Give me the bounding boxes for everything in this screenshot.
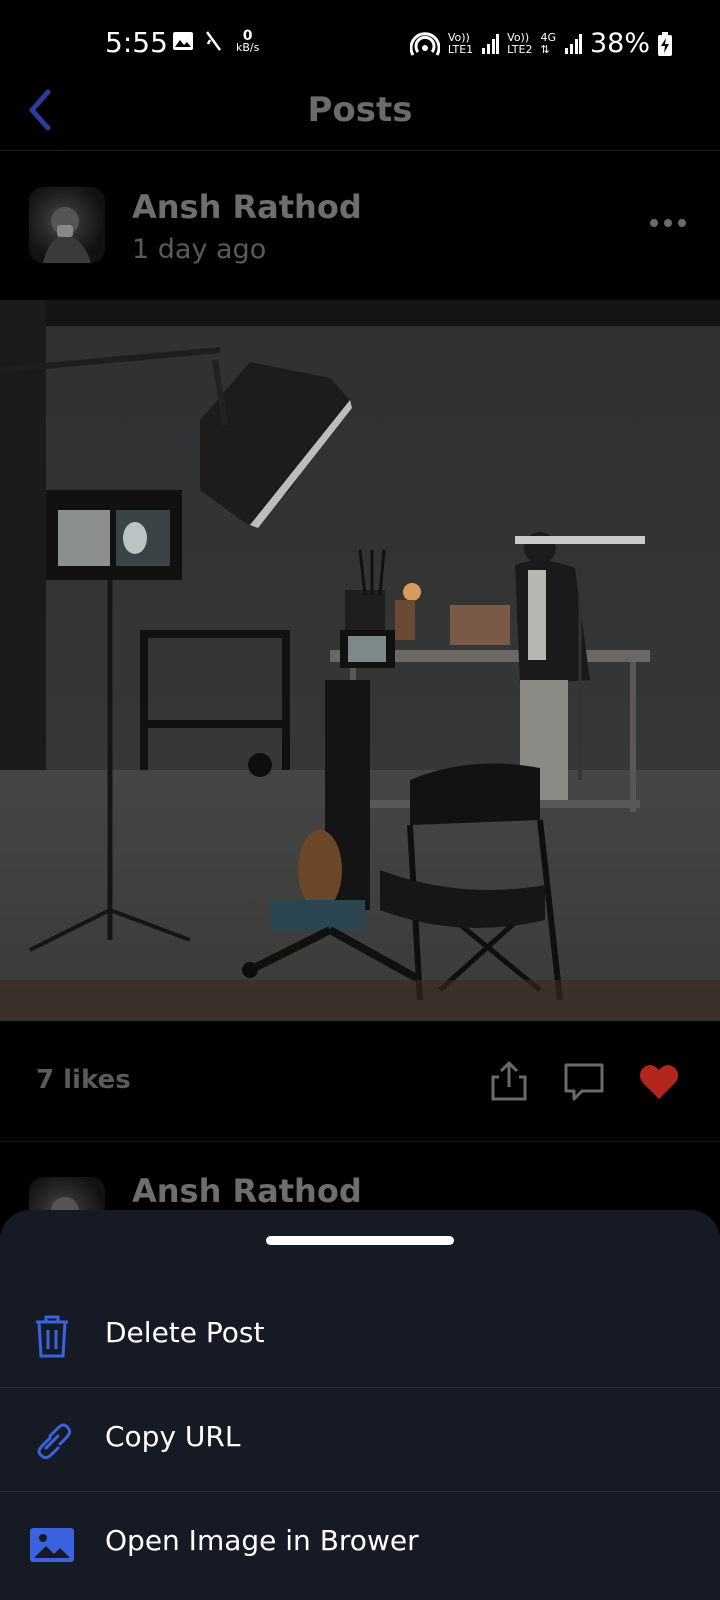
post-header: Ansh Rathod 1 day ago	[0, 150, 720, 300]
trash-icon	[36, 1315, 68, 1358]
post-image[interactable]	[0, 300, 720, 1021]
signal-bars-icon	[482, 33, 500, 54]
like-button[interactable]	[635, 1057, 683, 1105]
avatar-image	[43, 207, 91, 263]
data-arrows-icon: ⇅	[540, 42, 550, 56]
signal-slash-icon	[205, 31, 222, 51]
battery-charging-icon	[658, 31, 672, 56]
post-timestamp: 1 day ago	[132, 234, 267, 265]
dot-icon	[678, 219, 686, 227]
status-right-icons: Vo)) LTE1 Vo)) LTE2 4G ⇅ 38%	[409, 28, 672, 59]
post-author[interactable]: Ansh Rathod	[132, 188, 362, 226]
delete-post-item[interactable]: Delete Post	[0, 1284, 720, 1388]
heart-icon	[640, 1064, 678, 1099]
copy-url-label: Copy URL	[105, 1420, 241, 1453]
signal-bars-icon-2	[564, 33, 582, 54]
battery-percent: 38%	[589, 28, 650, 59]
post-author-2[interactable]: Ansh Rathod	[132, 1172, 362, 1210]
comment-button[interactable]	[560, 1057, 608, 1105]
sim2-tech: 4G ⇅	[540, 30, 556, 56]
open-image-label: Open Image in Brower	[105, 1524, 419, 1557]
post-header-2: Ansh Rathod	[0, 1142, 720, 1212]
page-title: Posts	[307, 90, 413, 130]
avatar-2[interactable]	[29, 1177, 105, 1212]
speed-unit: kB/s	[236, 41, 260, 54]
post-actions-bar: 7 likes	[0, 1021, 720, 1142]
post-options-sheet: Delete Post Copy URL Open Image in Browe…	[0, 1210, 720, 1600]
open-image-item[interactable]: Open Image in Brower	[0, 1492, 720, 1596]
sheet-drag-handle[interactable]	[266, 1236, 454, 1245]
status-left-icons	[172, 30, 224, 52]
dot-icon	[664, 219, 672, 227]
avatar-image	[51, 1197, 79, 1212]
sim1-label: LTE1	[447, 42, 474, 56]
delete-post-label: Delete Post	[105, 1316, 265, 1349]
avatar[interactable]	[29, 187, 105, 263]
dot-icon	[650, 219, 658, 227]
link-icon	[37, 1423, 72, 1460]
volte-label-2: Vo))	[507, 30, 530, 44]
share-button[interactable]	[485, 1057, 533, 1105]
network-speed: 0 kB/s	[236, 29, 260, 54]
hotspot-icon	[409, 31, 440, 56]
comment-icon	[564, 1063, 604, 1101]
more-options-button[interactable]	[646, 208, 690, 238]
gallery-notification-icon	[173, 32, 193, 50]
status-time: 5:55	[105, 26, 168, 59]
image-icon	[30, 1528, 74, 1562]
sim2-label: LTE2	[507, 42, 533, 56]
volte-label-1: Vo))	[447, 30, 470, 44]
sim2-tech-label: 4G	[540, 30, 556, 44]
copy-url-item[interactable]: Copy URL	[0, 1388, 720, 1492]
likes-count[interactable]: 7 likes	[36, 1065, 131, 1095]
sim1-network: Vo)) LTE1	[447, 30, 474, 56]
share-icon	[491, 1061, 527, 1101]
sim2-network: Vo)) LTE2	[507, 30, 533, 56]
studio-photo	[0, 300, 720, 1021]
app-header: Posts	[0, 74, 720, 151]
